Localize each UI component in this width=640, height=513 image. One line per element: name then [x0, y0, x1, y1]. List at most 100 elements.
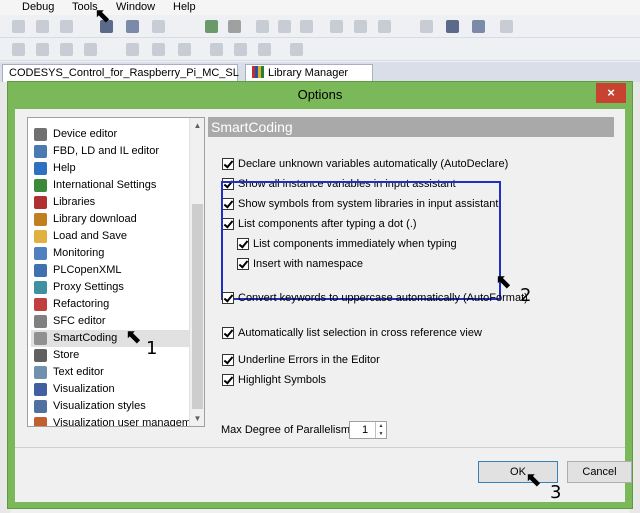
category-item[interactable]: Proxy Settings	[31, 279, 189, 296]
dialog-content: Device editor FBD, LD and IL editor Help In…	[15, 109, 632, 502]
category-label: Help	[53, 162, 76, 174]
category-item[interactable]: Device editor	[31, 126, 189, 143]
input-icon[interactable]	[152, 43, 165, 56]
scroll-up-icon[interactable]: ▲	[190, 118, 204, 133]
box-icon[interactable]	[36, 43, 49, 56]
cursor-smartcoding-icon: ⬉	[125, 326, 142, 348]
category-scrollbar[interactable]: ▲ ▼	[189, 118, 204, 426]
max-parallelism-stepper[interactable]: 1 ▲ ▼	[349, 421, 387, 439]
negate-icon[interactable]	[258, 43, 271, 56]
globe-icon	[34, 179, 47, 192]
folder-icon	[34, 230, 47, 243]
login-icon[interactable]	[205, 20, 218, 33]
generate-code-icon[interactable]	[126, 20, 139, 33]
clean-icon[interactable]	[152, 20, 165, 33]
cancel-button[interactable]: Cancel	[567, 461, 632, 483]
category-item[interactable]: Text editor	[31, 364, 189, 381]
category-item[interactable]: Load and Save	[31, 228, 189, 245]
category-label: Refactoring	[53, 298, 110, 310]
assignment-icon[interactable]	[60, 43, 73, 56]
bookmark-next-icon[interactable]	[36, 20, 49, 33]
library-icon	[34, 196, 47, 209]
plcopenxml-icon	[34, 264, 47, 277]
category-label: Proxy Settings	[53, 281, 124, 293]
category-item[interactable]: PLCopenXML	[31, 262, 189, 279]
start-icon[interactable]	[256, 20, 269, 33]
contact-icon[interactable]	[210, 43, 223, 56]
option-label: Declare unknown variables automatically …	[238, 158, 509, 170]
jump-icon[interactable]	[84, 43, 97, 56]
category-item[interactable]: Libraries	[31, 194, 189, 211]
tab-library-manager[interactable]: Library Manager	[245, 64, 373, 82]
section-title: SmartCoding	[208, 117, 614, 137]
proxy-icon	[34, 281, 47, 294]
category-label: Libraries	[53, 196, 96, 208]
category-label: FBD, LD and IL editor	[53, 145, 159, 157]
category-label: Store	[53, 349, 80, 361]
category-item[interactable]: SFC editor	[31, 313, 189, 330]
store-icon	[34, 349, 47, 362]
scroll-down-icon[interactable]: ▼	[190, 411, 204, 426]
dialog-title: Options	[297, 87, 343, 102]
category-item[interactable]: Monitoring	[31, 245, 189, 262]
category-item[interactable]: Store	[31, 347, 189, 364]
bookmark-icon[interactable]	[12, 20, 25, 33]
category-label: Monitoring	[53, 247, 105, 259]
option-label: Convert keywords to uppercase automatica…	[238, 292, 528, 304]
annotation-number-2: 2	[520, 285, 532, 306]
category-label: International Settings	[53, 179, 157, 191]
coil-icon[interactable]	[234, 43, 247, 56]
scroll-thumb[interactable]	[192, 204, 203, 409]
step-over-icon[interactable]	[330, 20, 343, 33]
category-item[interactable]: SmartCoding	[31, 330, 189, 347]
option-label: Automatically list selection in cross re…	[238, 327, 482, 339]
checkbox[interactable]	[222, 354, 234, 366]
checkbox[interactable]	[222, 327, 234, 339]
annotation-number-1: 1	[146, 338, 158, 359]
text-editor-icon	[34, 366, 47, 379]
checkbox[interactable]	[222, 158, 234, 170]
breakpoint-icon[interactable]	[446, 20, 459, 33]
category-label: Load and Save	[53, 230, 128, 242]
checkbox[interactable]	[222, 292, 234, 304]
output-icon[interactable]	[178, 43, 191, 56]
bookmark-prev-icon[interactable]	[60, 20, 73, 33]
checkbox[interactable]	[222, 374, 234, 386]
smartcoding-icon	[34, 332, 47, 345]
watch-icon[interactable]	[472, 20, 485, 33]
category-item[interactable]: Visualization	[31, 381, 189, 398]
logout-icon[interactable]	[228, 20, 241, 33]
step-into-icon[interactable]	[354, 20, 367, 33]
force-icon[interactable]	[500, 20, 513, 33]
tab-codesys-control[interactable]: CODESYS_Control_for_Raspberry_Pi_MC_SL	[2, 64, 239, 82]
option-label: Highlight Symbols	[238, 374, 327, 386]
network-icon[interactable]	[12, 43, 25, 56]
set-reset-icon[interactable]	[290, 43, 303, 56]
category-item[interactable]: Library download	[31, 211, 189, 228]
tab-label: CODESYS_Control_for_Raspberry_Pi_MC_SL	[9, 67, 239, 79]
step-out-icon[interactable]	[378, 20, 391, 33]
button-separator	[15, 447, 625, 448]
category-item[interactable]: Visualization user management	[31, 415, 204, 426]
stop-icon[interactable]	[278, 20, 291, 33]
reset-icon[interactable]	[300, 20, 313, 33]
category-item[interactable]: Help	[31, 160, 189, 177]
menu-debug[interactable]: Debug	[22, 0, 54, 14]
library-download-icon	[34, 213, 47, 226]
category-item[interactable]: International Settings	[31, 177, 189, 194]
ok-button[interactable]: OK	[478, 461, 558, 483]
category-item[interactable]: FBD, LD and IL editor	[31, 143, 189, 160]
category-item[interactable]: Visualization styles	[31, 398, 189, 415]
visualization-styles-icon	[34, 400, 47, 413]
close-button[interactable]: ×	[596, 83, 626, 103]
category-label: Device editor	[53, 128, 118, 140]
option-label: Underline Errors in the Editor	[238, 354, 380, 366]
stepper-arrows-icon[interactable]: ▲ ▼	[375, 422, 386, 438]
run-to-cursor-icon[interactable]	[420, 20, 433, 33]
menu-help[interactable]: Help	[173, 0, 196, 14]
options-dialog: Options × Device editor FBD, LD and IL ed…	[7, 81, 633, 509]
fbd-editor-icon	[34, 145, 47, 158]
menu-window[interactable]: Window	[116, 0, 155, 14]
category-item[interactable]: Refactoring	[31, 296, 189, 313]
return-icon[interactable]	[126, 43, 139, 56]
